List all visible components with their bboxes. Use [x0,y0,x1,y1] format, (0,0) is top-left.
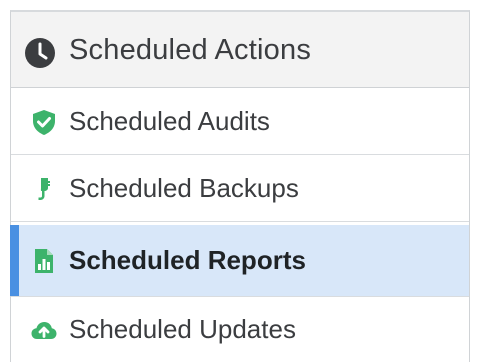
menu-item-scheduled-reports[interactable]: Scheduled Reports [10,225,469,297]
shield-check-icon [33,110,55,135]
cloud-upload-icon [31,322,57,339]
menu-item-scheduled-audits[interactable]: Scheduled Audits [11,88,469,155]
menu-item-label: Scheduled Backups [69,173,299,203]
clock-icon [25,38,55,68]
menu-item-scheduled-backups[interactable]: Scheduled Backups [11,155,469,222]
panel-title: Scheduled Actions [69,34,312,66]
menu-item-label: Scheduled Reports [69,245,306,275]
report-chart-icon [35,249,53,273]
panel-header: Scheduled Actions [11,12,469,88]
menu-item-label: Scheduled Audits [69,106,270,136]
menu-item-scheduled-updates[interactable]: Scheduled Updates [11,296,469,363]
power-plug-icon [38,178,50,200]
scheduled-actions-panel: Scheduled Actions Scheduled Audits Sched… [10,10,470,362]
menu-item-label: Scheduled Updates [69,314,296,344]
